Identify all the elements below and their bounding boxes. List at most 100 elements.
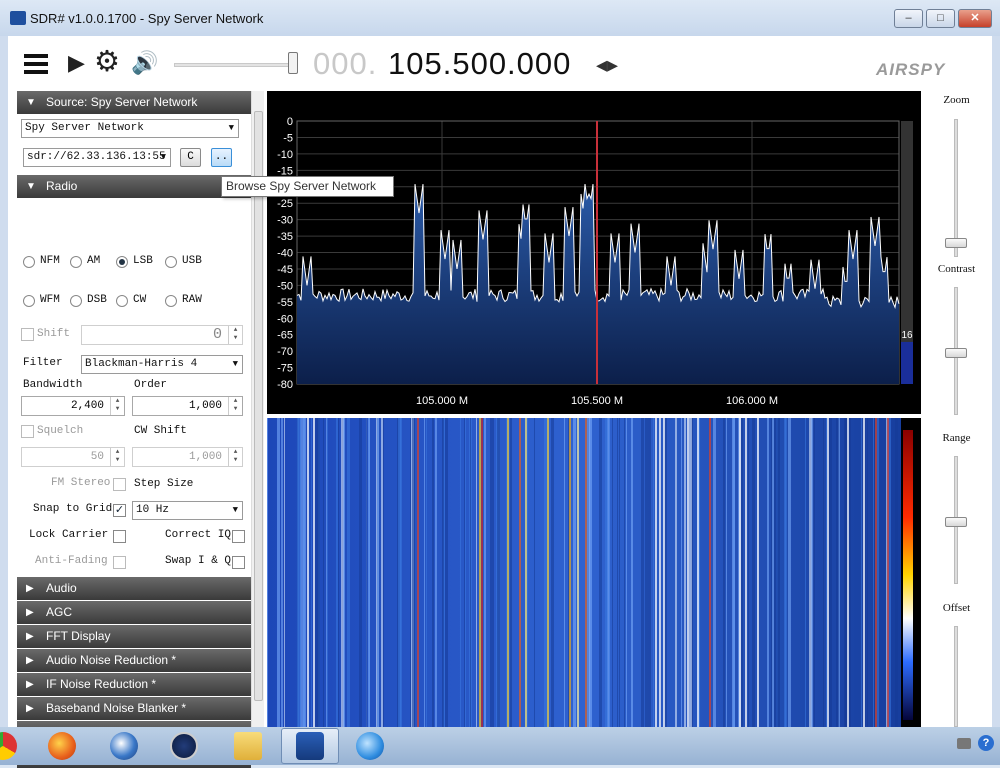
- server-address-select[interactable]: sdr://62.33.136.13:55 ▼: [23, 148, 171, 167]
- waterfall-stripe: [298, 418, 301, 727]
- waterfall-stripe: [490, 418, 492, 727]
- radio-header-label: Radio: [46, 179, 78, 193]
- maximize-button[interactable]: □: [926, 9, 955, 28]
- order-input[interactable]: 1,000 ▲ ▼: [132, 396, 243, 416]
- ie-taskbar-button[interactable]: [341, 728, 399, 764]
- panel-header-2[interactable]: ▶ FFT Display: [17, 625, 251, 648]
- shift-spinner-icon[interactable]: ▲ ▼: [228, 326, 242, 344]
- y-tick-label: -60: [277, 313, 293, 325]
- snap-to-grid-checkbox[interactable]: ✓: [113, 504, 126, 517]
- toolbar: ▶ ⚙ 🔊 000. 105.500.000 ◂▸ AIRSPY: [8, 36, 992, 91]
- waterfall-carrier: [659, 418, 661, 727]
- order-spinner-icon[interactable]: ▲ ▼: [228, 397, 242, 415]
- volume-slider-track[interactable]: [174, 63, 298, 67]
- fm-stereo-checkbox[interactable]: [113, 478, 126, 491]
- left-control-panel: ▼ Source: Spy Server Network Spy Server N…: [17, 91, 251, 768]
- panel-header-label: Baseband Noise Blanker *: [46, 701, 187, 715]
- waterfall-stripe: [445, 418, 448, 727]
- chrome-taskbar-button[interactable]: [0, 728, 22, 764]
- squelch-value: 50: [90, 451, 104, 463]
- source-select[interactable]: Spy Server Network ▼: [21, 119, 239, 138]
- waterfall-stripe: [383, 418, 384, 727]
- mode-radio-raw[interactable]: [165, 295, 177, 307]
- contrast-slider-thumb[interactable]: [945, 348, 967, 358]
- waterfall-stripe: [412, 418, 415, 727]
- frequency-prefix[interactable]: 000.: [313, 46, 377, 82]
- waterfall-stripe: [877, 418, 879, 727]
- waterfall-carrier: [687, 418, 689, 727]
- zoom-label: Zoom: [943, 94, 970, 106]
- bandwidth-input[interactable]: 2,400 ▲ ▼: [21, 396, 125, 416]
- mode-radio-lsb[interactable]: [116, 256, 128, 268]
- waterfall-carrier: [697, 418, 699, 727]
- offset-slider-track[interactable]: [954, 626, 958, 727]
- mode-radio-am[interactable]: [70, 256, 82, 268]
- waterfall-display[interactable]: [267, 418, 921, 727]
- speaker-icon[interactable]: 🔊: [131, 50, 158, 76]
- scrollbar-thumb[interactable]: [254, 111, 263, 701]
- squelch-input[interactable]: 50 ▲ ▼: [21, 447, 125, 467]
- swap-iq-label: Swap I & Q: [165, 555, 232, 567]
- panel-header-0[interactable]: ▶ Audio: [17, 577, 251, 600]
- zoom-slider-track[interactable]: [954, 119, 958, 257]
- minimize-button[interactable]: –: [894, 9, 923, 28]
- range-slider-thumb[interactable]: [945, 517, 967, 527]
- panel-header-1[interactable]: ▶ AGC: [17, 601, 251, 624]
- browse-button[interactable]: ..: [211, 148, 232, 167]
- panel-header-5[interactable]: ▶ Baseband Noise Blanker *: [17, 697, 251, 720]
- cw-shift-input[interactable]: 1,000 ▲ ▼: [132, 447, 243, 467]
- squelch-spinner-icon[interactable]: ▲ ▼: [110, 448, 124, 466]
- thunderbird-taskbar-button[interactable]: [95, 728, 153, 764]
- shift-checkbox[interactable]: [21, 328, 34, 341]
- step-size-label: Step Size: [134, 478, 194, 490]
- spectrum-svg[interactable]: 0-5-10-15-20-25-30-35-40-45-50-55-60-65-…: [267, 91, 921, 414]
- filter-value: Blackman-Harris 4: [85, 358, 198, 370]
- step-size-select[interactable]: 10 Hz ▼: [132, 501, 243, 520]
- cw-shift-spinner-icon[interactable]: ▲ ▼: [228, 448, 242, 466]
- waterfall-stripe: [432, 418, 434, 727]
- volume-slider-thumb[interactable]: [288, 52, 298, 74]
- bandwidth-spinner-icon[interactable]: ▲ ▼: [110, 397, 124, 415]
- zoom-slider-thumb[interactable]: [945, 238, 967, 248]
- explorer-taskbar-button[interactable]: [219, 728, 277, 764]
- mode-radio-cw[interactable]: [116, 295, 128, 307]
- gear-icon[interactable]: ⚙: [94, 44, 120, 79]
- waterfall-stripe: [435, 418, 437, 727]
- squelch-checkbox[interactable]: [21, 425, 34, 438]
- filter-select[interactable]: Blackman-Harris 4 ▼: [81, 355, 243, 374]
- swap-iq-checkbox[interactable]: [232, 556, 245, 569]
- help-tray-icon[interactable]: ?: [978, 735, 994, 751]
- y-tick-label: -35: [277, 231, 293, 243]
- spectrum-display[interactable]: 0-5-10-15-20-25-30-35-40-45-50-55-60-65-…: [267, 91, 921, 414]
- keyboard-tray-icon[interactable]: [957, 738, 971, 749]
- panel-header-4[interactable]: ▶ IF Noise Reduction *: [17, 673, 251, 696]
- shift-input[interactable]: 0 ▲ ▼: [81, 325, 243, 345]
- frequency-display[interactable]: 105.500.000: [388, 46, 571, 82]
- sdr-taskbar-button[interactable]: [155, 728, 213, 764]
- collapse-arrow-icon: ▼: [26, 181, 36, 192]
- waterfall-signal: [569, 418, 571, 727]
- waterfall-signal: [887, 418, 889, 727]
- waterfall-signal: [875, 418, 877, 727]
- mode-radio-wfm[interactable]: [23, 295, 35, 307]
- hamburger-icon[interactable]: [24, 54, 48, 74]
- waterfall-svg[interactable]: [267, 418, 921, 727]
- correct-iq-label: Correct IQ: [165, 529, 232, 541]
- anti-fading-checkbox[interactable]: [113, 556, 126, 569]
- connect-button[interactable]: C: [180, 148, 201, 167]
- close-button[interactable]: ✕: [958, 9, 992, 28]
- mode-radio-nfm[interactable]: [23, 256, 35, 268]
- y-tick-label: -25: [277, 198, 293, 210]
- panel-header-3[interactable]: ▶ Audio Noise Reduction *: [17, 649, 251, 672]
- play-icon[interactable]: ▶: [68, 50, 85, 76]
- lock-carrier-checkbox[interactable]: [113, 530, 126, 543]
- correct-iq-checkbox[interactable]: [232, 530, 245, 543]
- mode-radio-usb[interactable]: [165, 256, 177, 268]
- source-panel-header[interactable]: ▼ Source: Spy Server Network: [17, 91, 251, 114]
- sdrsharp-taskbar-button[interactable]: [281, 728, 339, 764]
- waterfall-stripe: [315, 418, 318, 727]
- firefox-taskbar-button[interactable]: [38, 728, 86, 764]
- tune-arrows-icon[interactable]: ◂▸: [596, 52, 618, 78]
- mode-radio-dsb[interactable]: [70, 295, 82, 307]
- radio-panel-header[interactable]: ▼ Radio: [17, 175, 251, 198]
